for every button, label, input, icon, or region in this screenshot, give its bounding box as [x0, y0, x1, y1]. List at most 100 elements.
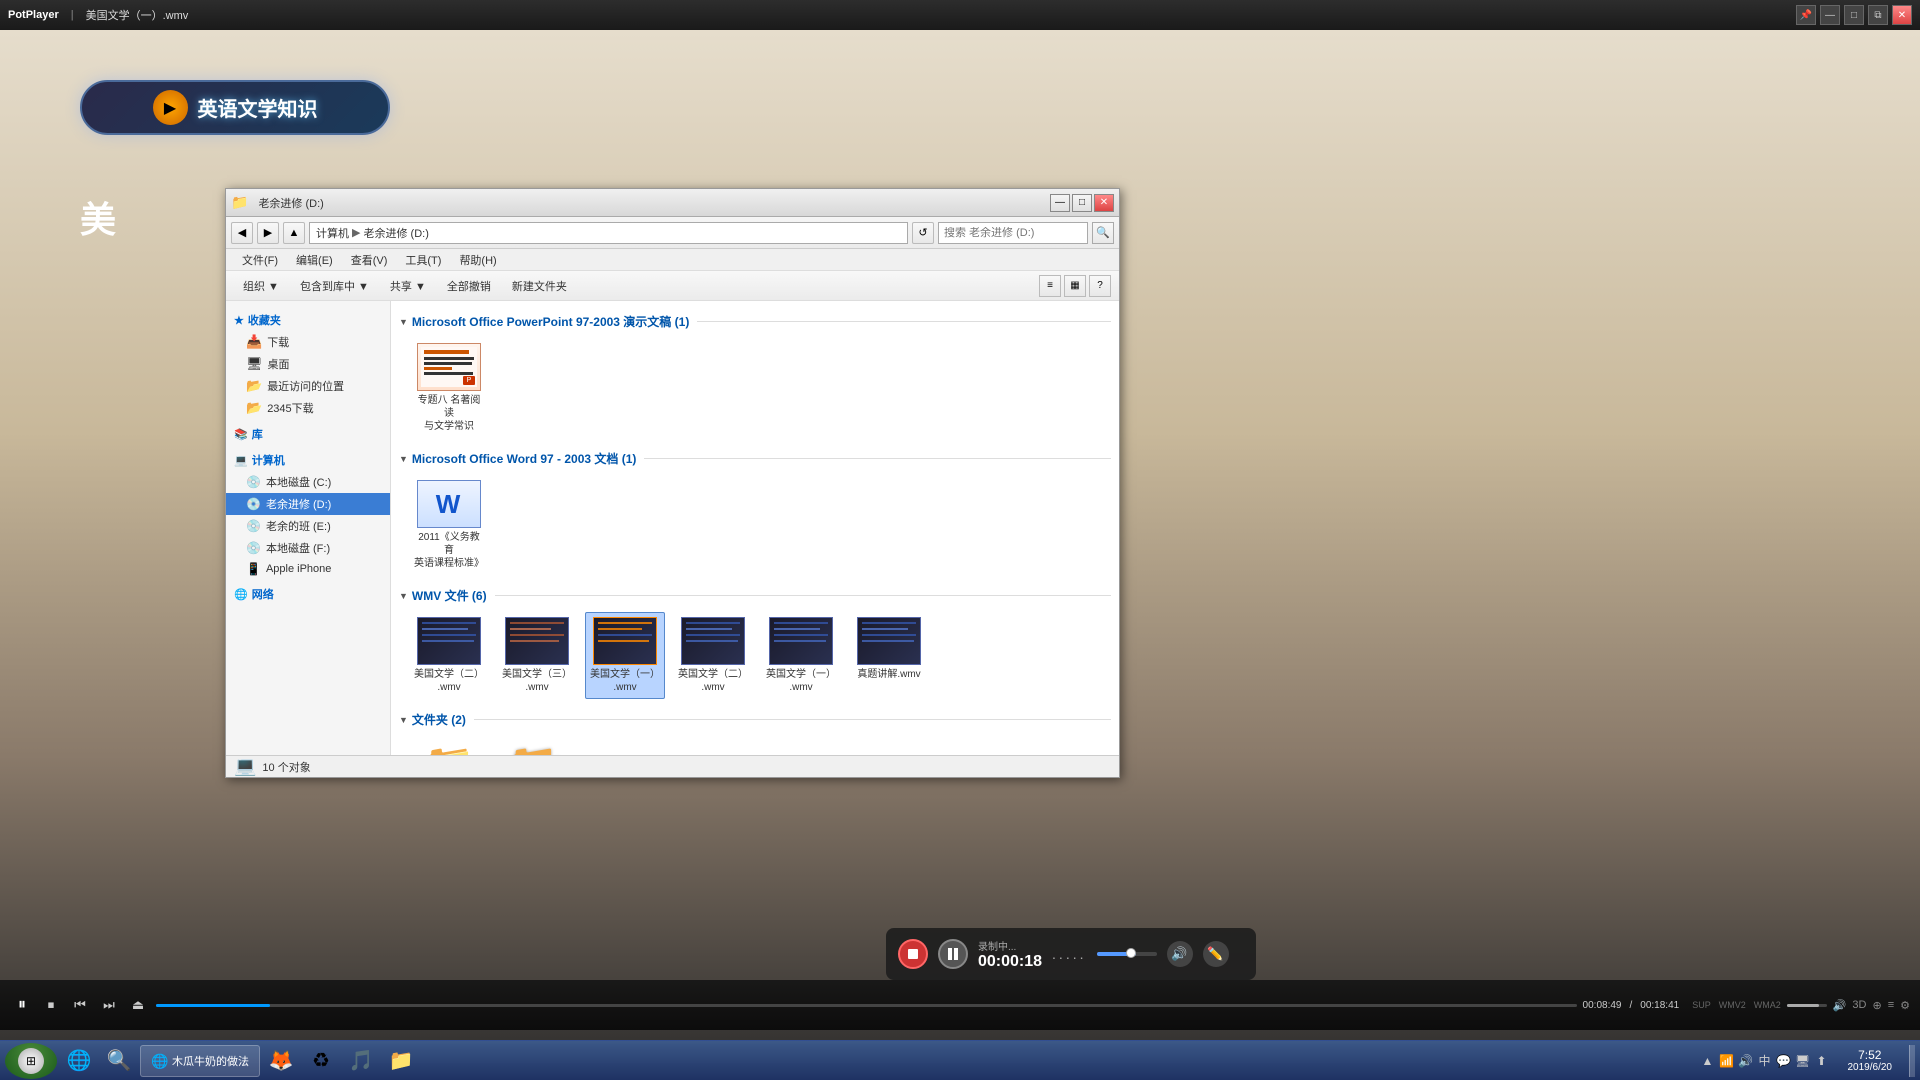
sidebar-item-2345[interactable]: 📂 2345下载 [226, 397, 390, 419]
sidebar-drive-d[interactable]: 💿 老余进修 (D:) [226, 493, 390, 515]
tray-volume-icon[interactable]: 🔊 [1738, 1053, 1754, 1069]
taskbar-pinned-search[interactable]: 🔍 [100, 1045, 138, 1077]
favorites-star-icon: ★ [234, 314, 244, 327]
player-time-total: 00:18:41 [1640, 1000, 1679, 1011]
file-wmv-3[interactable]: 美国文学（一）.wmv [585, 612, 665, 699]
menu-edit[interactable]: 编辑(E) [288, 250, 341, 270]
app-close-btn[interactable]: ✕ [1892, 5, 1912, 25]
taskbar-pinned-ie[interactable]: 🌐 [60, 1045, 98, 1077]
menu-tools[interactable]: 工具(T) [397, 250, 449, 270]
player-prev-btn[interactable]: ⏮ [68, 993, 92, 1017]
file-word-1[interactable]: W 2011《义务教育英语课程标准》 [409, 475, 489, 575]
video-number: 美 [80, 199, 116, 240]
taskbar-pinned-fox[interactable]: 🦊 [262, 1045, 300, 1077]
explorer-maximize-btn[interactable]: □ [1072, 194, 1092, 212]
help-btn[interactable]: ? [1089, 275, 1111, 297]
breadcrumb-drive[interactable]: 老余进修 (D:) [363, 225, 428, 241]
menu-help[interactable]: 帮助(H) [451, 250, 504, 270]
file-wmv-5[interactable]: 英国文学（一）.wmv [761, 612, 841, 699]
explorer-titlebar: 📁 老余进修 (D:) — □ ✕ [226, 189, 1119, 217]
rec-vol-track[interactable] [1097, 952, 1157, 956]
tray-input-icon[interactable]: 中 [1757, 1053, 1773, 1069]
sidebar-item-desktop[interactable]: 🖥 桌面 [226, 353, 390, 375]
file-folder-xdf[interactable]: 📂 XDF NCE [497, 736, 577, 755]
rec-status-text: 录制中... [978, 938, 1042, 953]
refresh-btn[interactable]: ↺ [912, 222, 934, 244]
sidebar-drive-c[interactable]: 💿 本地磁盘 (C:) [226, 471, 390, 493]
player-vol-icon[interactable]: 🔊 [1833, 999, 1847, 1012]
group-word-label: Microsoft Office Word 97 - 2003 文档 (1) [412, 450, 637, 467]
breadcrumb-bar[interactable]: 计算机 ▶ 老余进修 (D:) [309, 222, 908, 244]
rec-pause-btn[interactable] [938, 939, 968, 969]
file-grid-ppt: P 专题八 名著阅读与文学常识 [399, 338, 1111, 438]
taskbar-pinned-media[interactable]: 🎵 [342, 1045, 380, 1077]
search-input[interactable] [944, 227, 1082, 239]
player-stop-btn[interactable]: ⏹ [39, 993, 63, 1017]
group-wmv-header[interactable]: WMV 文件 (6) [399, 587, 1111, 604]
player-3d-btn[interactable]: 3D [1852, 999, 1866, 1011]
player-playlist-btn[interactable]: ≡ [1888, 999, 1894, 1011]
player-settings-btn[interactable]: ⚙ [1900, 999, 1910, 1012]
group-folder-header[interactable]: 文件夹 (2) [399, 711, 1111, 728]
search-btn[interactable]: 🔍 [1092, 222, 1114, 244]
up-btn[interactable]: ▲ [283, 222, 305, 244]
app-pin-btn[interactable]: 📌 [1796, 5, 1816, 25]
banner-text: 英语文学知识 [198, 93, 318, 122]
file-wmv-1[interactable]: 美国文学（二）.wmv [409, 612, 489, 699]
group-word-header[interactable]: Microsoft Office Word 97 - 2003 文档 (1) [399, 450, 1111, 467]
group-ppt-header[interactable]: Microsoft Office PowerPoint 97-2003 演示文稿… [399, 313, 1111, 330]
computer-header: 💻 计算机 [226, 449, 390, 471]
file-folder-hf[interactable]: 📁 hf [409, 736, 489, 755]
taskbar-task-browser[interactable]: 🌐 木瓜牛奶的做法 [140, 1045, 260, 1077]
show-desktop-btn[interactable] [1909, 1045, 1915, 1077]
rec-edit-btn[interactable]: ✏️ [1203, 941, 1229, 967]
tray-arrow-icon[interactable]: ▲ [1700, 1053, 1716, 1069]
explorer-close-btn[interactable]: ✕ [1094, 194, 1114, 212]
explorer-minimize-btn[interactable]: — [1050, 194, 1070, 212]
player-play-btn[interactable]: ⏸ [10, 993, 34, 1017]
rec-stop-btn[interactable] [898, 939, 928, 969]
taskbar-pinned-recycle[interactable]: ♻ [302, 1045, 340, 1077]
view-toggle-btn[interactable]: ▦ [1064, 275, 1086, 297]
player-next-btn[interactable]: ⏭ [97, 993, 121, 1017]
sidebar-drive-f[interactable]: 💿 本地磁盘 (F:) [226, 537, 390, 559]
start-button[interactable]: ⊞ [5, 1043, 57, 1079]
undo-all-btn[interactable]: 全部撤销 [438, 274, 500, 298]
file-ppt-1[interactable]: P 专题八 名著阅读与文学常识 [409, 338, 489, 438]
rec-volume-control[interactable] [1097, 952, 1157, 956]
app-maximize-btn[interactable]: □ [1844, 5, 1864, 25]
sidebar-item-download[interactable]: 📥 下载 [226, 331, 390, 353]
organize-btn[interactable]: 组织 ▼ [234, 274, 288, 298]
player-open-btn[interactable]: ⏏ [126, 993, 150, 1017]
app-minimize-btn[interactable]: — [1820, 5, 1840, 25]
player-codec3: WMA2 [1754, 1000, 1781, 1010]
file-wmv-4[interactable]: 英国文学（二）.wmv [673, 612, 753, 699]
new-folder-btn[interactable]: 新建文件夹 [503, 274, 576, 298]
progress-track[interactable] [156, 1004, 1577, 1007]
tray-desktop-icon[interactable]: 🖥 [1795, 1053, 1811, 1069]
sidebar-drive-e[interactable]: 💿 老余的班 (E:) [226, 515, 390, 537]
menu-file[interactable]: 文件(F) [234, 250, 286, 270]
vol-track[interactable] [1787, 1004, 1827, 1007]
favorites-label: 收藏夹 [248, 312, 281, 328]
taskbar-clock[interactable]: 7:52 2019/6/20 [1840, 1048, 1901, 1073]
app-restore-btn[interactable]: ⧉ [1868, 5, 1888, 25]
tray-network-icon[interactable]: 📶 [1719, 1053, 1735, 1069]
breadcrumb-computer[interactable]: 计算机 [316, 225, 349, 241]
search-box[interactable] [938, 222, 1088, 244]
share-btn[interactable]: 共享 ▼ [381, 274, 435, 298]
taskbar-pinned-explorer[interactable]: 📁 [382, 1045, 420, 1077]
sidebar-item-recent[interactable]: 📂 最近访问的位置 [226, 375, 390, 397]
player-zoom-btn[interactable]: ⊕ [1872, 999, 1881, 1012]
file-wmv-2[interactable]: 美国文学（三）.wmv [497, 612, 577, 699]
view-menu-btn[interactable]: ≡ [1039, 275, 1061, 297]
rec-speaker-btn[interactable]: 🔊 [1167, 941, 1193, 967]
forward-btn[interactable]: ▶ [257, 222, 279, 244]
tray-chat-icon[interactable]: 💬 [1776, 1053, 1792, 1069]
menu-view[interactable]: 查看(V) [343, 250, 396, 270]
back-btn[interactable]: ◀ [231, 222, 253, 244]
tray-update-icon[interactable]: ⬆ [1814, 1053, 1830, 1069]
sidebar-apple-iphone[interactable]: 📱 Apple iPhone [226, 559, 390, 579]
include-library-btn[interactable]: 包含到库中 ▼ [291, 274, 378, 298]
file-wmv-6[interactable]: 真题讲解.wmv [849, 612, 929, 699]
